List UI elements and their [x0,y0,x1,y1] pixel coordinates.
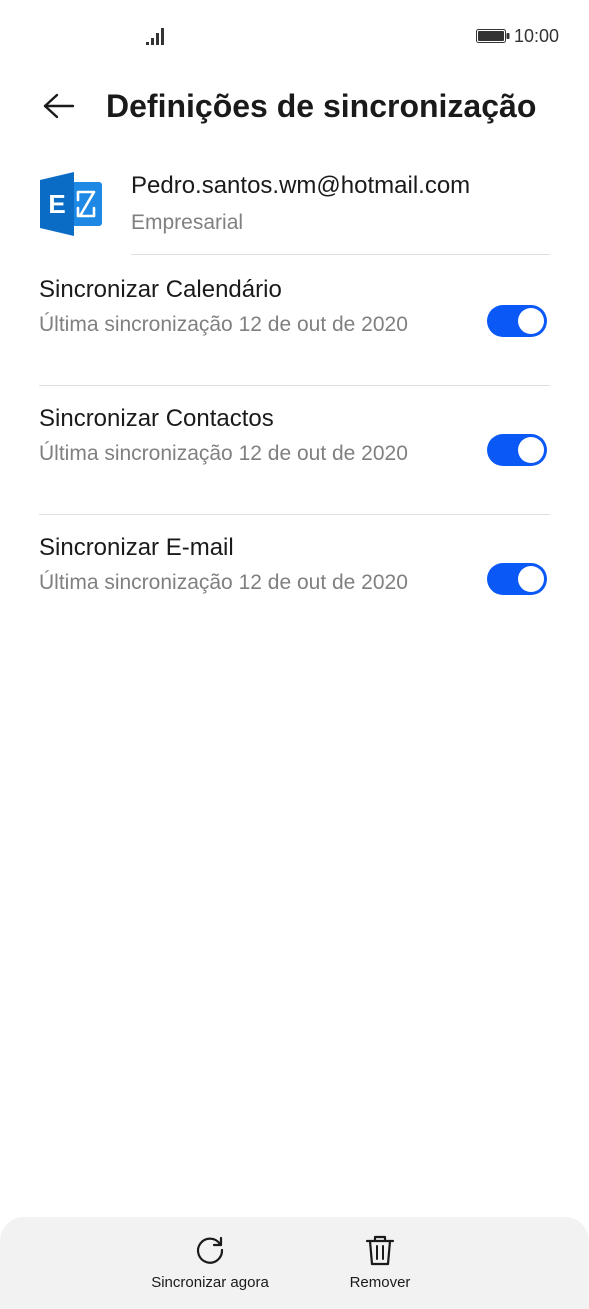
account-email: Pedro.santos.wm@hotmail.com [131,172,471,199]
sync-calendar-toggle[interactable] [487,305,547,337]
sync-contacts-toggle[interactable] [487,434,547,466]
back-button[interactable] [30,80,86,132]
arrow-left-icon [43,93,75,119]
divider [39,514,550,515]
toggle-knob [518,566,544,592]
sync-item-last-sync: Última sincronização 12 de out de 2020 [39,313,408,336]
divider [131,254,550,255]
sync-now-label: Sincronizar agora [151,1274,269,1291]
sync-item-title: Sincronizar E-mail [39,534,234,561]
sync-contacts-row[interactable]: Sincronizar Contactos Última sincronizaç… [0,399,589,509]
exchange-logo-icon: E [40,172,102,236]
sync-item-last-sync: Última sincronização 12 de out de 2020 [39,442,408,465]
page-title: Definições de sincronização [106,88,537,124]
divider [39,385,550,386]
svg-text:E: E [48,189,65,219]
bottom-action-bar: Sincronizar agora Remover [0,1217,589,1309]
sync-item-last-sync: Última sincronização 12 de out de 2020 [39,571,408,594]
remove-button[interactable]: Remover [320,1217,440,1309]
account-type: Empresarial [131,211,244,234]
sync-item-title: Sincronizar Contactos [39,405,274,432]
toggle-knob [518,308,544,334]
signal-icon [146,28,164,45]
sync-now-button[interactable]: Sincronizar agora [130,1217,290,1309]
sync-email-toggle[interactable] [487,563,547,595]
refresh-icon [196,1236,224,1264]
sync-calendar-row[interactable]: Sincronizar Calendário Última sincroniza… [0,270,589,380]
account-info: E Pedro.santos.wm@hotmail.com Empresaria… [0,160,589,256]
sync-email-row[interactable]: Sincronizar E-mail Última sincronização … [0,528,589,638]
remove-label: Remover [349,1274,411,1291]
battery-icon [476,29,510,43]
trash-icon [365,1235,395,1266]
toggle-knob [518,437,544,463]
status-bar: 10:00 [0,0,589,70]
status-time: 10:00 [514,26,560,46]
sync-item-title: Sincronizar Calendário [39,276,282,303]
